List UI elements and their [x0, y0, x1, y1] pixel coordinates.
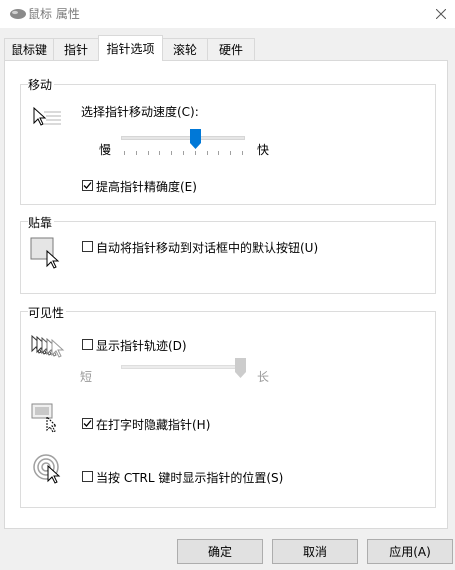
long-label: 长 [257, 370, 270, 384]
speed-slider-track[interactable] [121, 136, 245, 140]
precision-checkbox[interactable] [82, 180, 93, 191]
apply-button[interactable]: 应用(A) [367, 539, 453, 564]
snap-group-label: 贴靠 [28, 214, 55, 231]
tab-hardware[interactable]: 硬件 [207, 38, 255, 60]
ok-button[interactable]: 确定 [177, 539, 263, 564]
slider-tick [195, 151, 196, 155]
speed-slider-ticks [124, 151, 243, 156]
snap-to-button-icon [30, 237, 62, 272]
checkmark-icon [83, 182, 92, 189]
fast-label: 快 [257, 143, 270, 157]
trails-label[interactable]: 显示指针轨迹(D) [96, 337, 187, 354]
tab-pointer-options[interactable]: 指针选项 [98, 35, 163, 61]
trails-checkbox[interactable] [82, 339, 93, 350]
snap-checkbox[interactable] [82, 241, 93, 252]
slider-tick [148, 151, 149, 155]
tab-wheel[interactable]: 滚轮 [162, 38, 208, 60]
snap-label[interactable]: 自动将指针移动到对话框中的默认按钮(U) [96, 239, 318, 256]
checkmark-icon [83, 420, 92, 427]
window-title: 鼠标 属性 [28, 7, 80, 21]
hide-checkbox[interactable] [82, 418, 93, 429]
ctrl-checkbox[interactable] [82, 471, 93, 482]
slider-tick [136, 151, 137, 155]
slider-tick [183, 151, 184, 155]
slider-tick [218, 151, 219, 155]
precision-label[interactable]: 提高指针精确度(E) [96, 178, 197, 195]
tab-buttons[interactable]: 鼠标键 [4, 38, 54, 60]
slider-tick [159, 151, 160, 155]
motion-group-label: 移动 [28, 76, 55, 93]
ctrl-label[interactable]: 当按 CTRL 键时显示指针的位置(S) [96, 469, 283, 486]
mouse-icon [9, 8, 27, 20]
slow-label: 慢 [99, 143, 112, 157]
speed-slider-thumb[interactable] [189, 129, 201, 152]
cancel-button[interactable]: 取消 [272, 539, 358, 564]
close-icon [435, 9, 446, 19]
snap-group [20, 221, 436, 294]
trails-slider-thumb[interactable] [234, 358, 246, 381]
hide-label[interactable]: 在打字时隐藏指针(H) [96, 416, 210, 433]
pointer-trails-icon [30, 334, 66, 363]
speed-label: 选择指针移动速度(C): [81, 105, 199, 119]
pointer-speed-icon [32, 106, 62, 131]
slider-tick [124, 151, 125, 155]
tab-pointers[interactable]: 指针 [53, 38, 99, 60]
slider-tick [230, 151, 231, 155]
trails-slider-track[interactable] [121, 365, 245, 369]
slider-tick [242, 151, 243, 155]
slider-tick [171, 151, 172, 155]
visibility-group-label: 可见性 [28, 304, 67, 321]
slider-tick [207, 151, 208, 155]
close-button[interactable] [426, 0, 455, 28]
hide-while-typing-icon [31, 403, 61, 436]
show-location-icon [32, 453, 62, 488]
short-label: 短 [80, 370, 93, 384]
